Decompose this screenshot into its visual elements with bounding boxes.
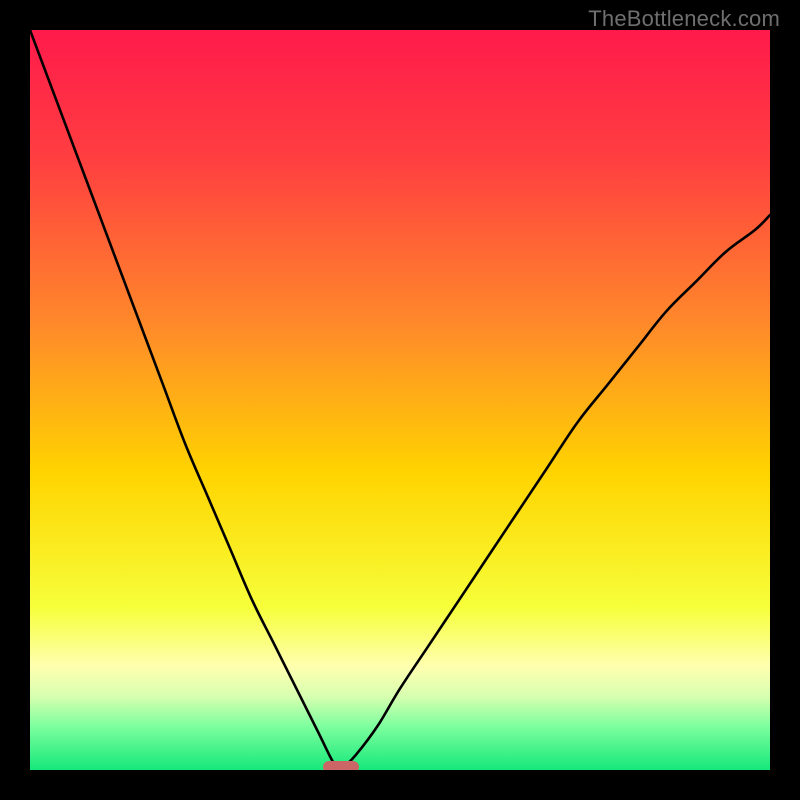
chart-frame: TheBottleneck.com — [0, 0, 800, 800]
watermark-text: TheBottleneck.com — [588, 6, 780, 32]
plot-area — [30, 30, 770, 770]
bottleneck-curve — [30, 30, 770, 770]
optimum-marker — [323, 761, 359, 770]
